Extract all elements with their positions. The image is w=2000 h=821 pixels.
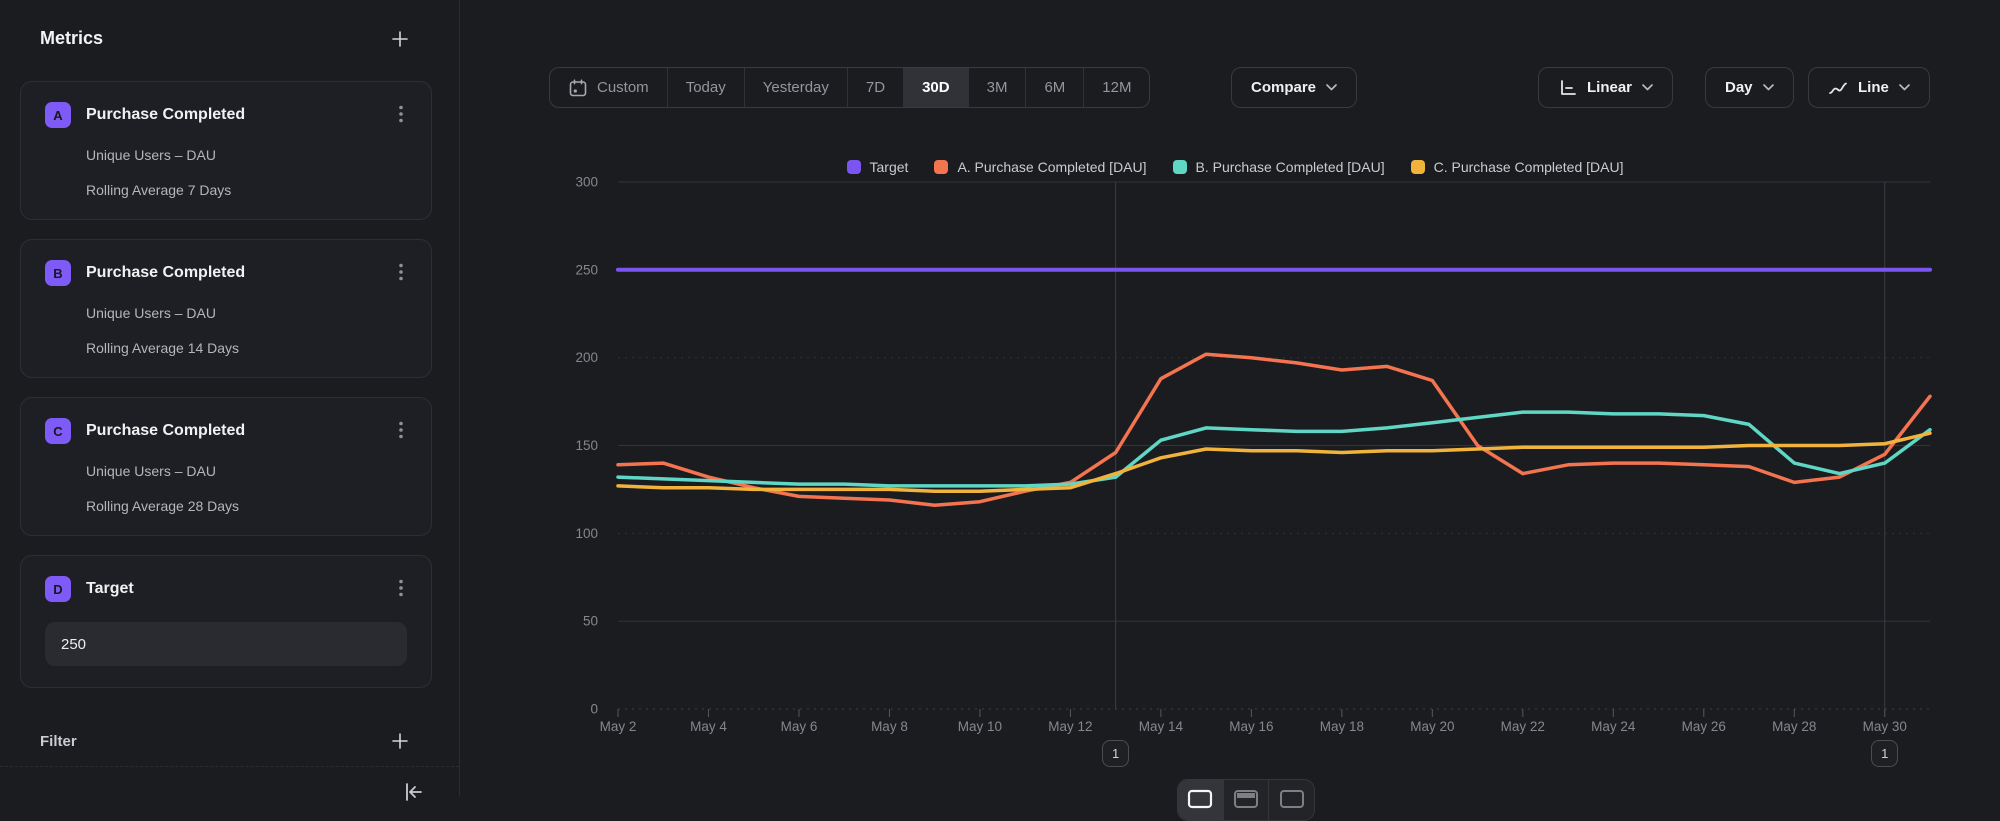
view-option-split-view[interactable] xyxy=(1224,780,1270,820)
metrics-dashboard: { "colors": { "background": "#1b1c20", "… xyxy=(0,0,2000,796)
x-axis-label-may-6: May 6 xyxy=(781,719,818,734)
x-axis-label-may-28: May 28 xyxy=(1772,719,1816,734)
metrics-line-chart: 0 50 100 150 200 250 300 May 2 May 4 May 6 May 8 Ma… xyxy=(0,0,2000,796)
x-axis-label-may-18: May 18 xyxy=(1320,719,1364,734)
x-axis-label-may-10: May 10 xyxy=(958,719,1002,734)
split-view-icon xyxy=(1233,789,1259,809)
x-axis-label-may-16: May 16 xyxy=(1229,719,1273,734)
line-view-icon xyxy=(1187,789,1213,809)
x-axis-label-may-20: May 20 xyxy=(1410,719,1454,734)
x-axis-label-may-12: May 12 xyxy=(1048,719,1092,734)
x-axis-label-may-14: May 14 xyxy=(1139,719,1184,734)
series-line-b xyxy=(618,412,1930,486)
y-axis-label-150: 150 xyxy=(575,438,598,453)
x-axis-label-may-2: May 2 xyxy=(600,719,637,734)
annotation-count-badge[interactable]: 1 xyxy=(1102,740,1129,767)
y-axis-label-50: 50 xyxy=(583,614,598,629)
y-axis-label-100: 100 xyxy=(575,526,598,541)
x-axis-label-may-4: May 4 xyxy=(690,719,727,734)
annotation-count-badge[interactable]: 1 xyxy=(1871,740,1898,767)
view-option-line-view[interactable] xyxy=(1178,780,1224,820)
view-option-table-view[interactable] xyxy=(1269,780,1314,820)
x-axis-label-may-24: May 24 xyxy=(1591,719,1636,734)
x-axis-label-may-8: May 8 xyxy=(871,719,908,734)
view-switcher xyxy=(1177,779,1315,821)
x-axis-label-may-30: May 30 xyxy=(1863,719,1907,734)
y-axis-label-200: 200 xyxy=(575,350,598,365)
y-axis-label-300: 300 xyxy=(575,175,598,190)
x-axis-label-may-22: May 22 xyxy=(1501,719,1545,734)
y-axis-label-0: 0 xyxy=(590,702,598,717)
table-view-icon xyxy=(1279,789,1305,809)
x-axis-label-may-26: May 26 xyxy=(1682,719,1726,734)
y-axis-label-250: 250 xyxy=(575,262,598,277)
